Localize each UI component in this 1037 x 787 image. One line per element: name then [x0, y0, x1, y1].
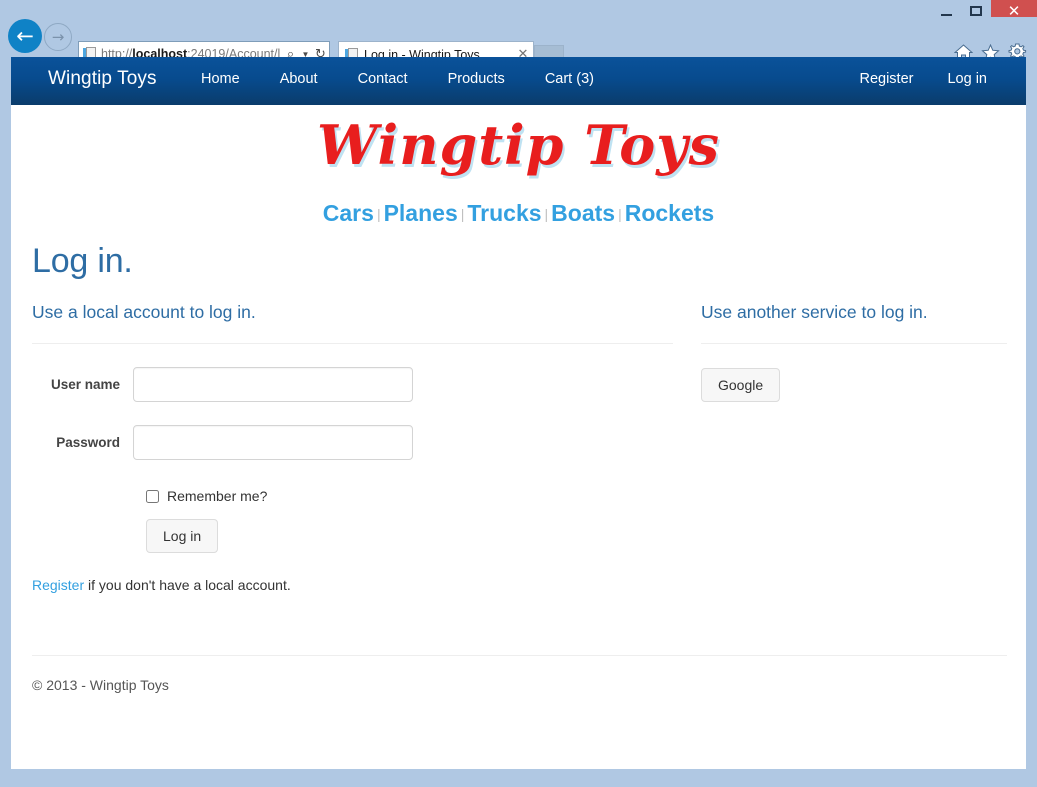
- category-link-rockets[interactable]: Rockets: [625, 200, 714, 226]
- remember-me-checkbox[interactable]: [146, 489, 159, 503]
- local-login-divider: [32, 343, 673, 344]
- site-logo[interactable]: Wingtip Toys: [11, 113, 1026, 177]
- category-link-trucks[interactable]: Trucks: [467, 200, 541, 226]
- nav-item-register[interactable]: Register: [842, 71, 930, 87]
- register-prompt-text: if you don't have a local account.: [84, 577, 291, 593]
- nav-item-products[interactable]: Products: [428, 71, 525, 87]
- navbar-account-links: Register Log in: [842, 71, 1004, 87]
- navbar-links: Home About Contact Products Cart (3): [181, 71, 614, 87]
- browser-toolbar: ← → http://localhost:24019/Account/l ⌕ ▼…: [0, 17, 1037, 67]
- username-label: User name: [50, 377, 120, 392]
- category-links: Cars | Planes | Trucks | Boats | Rockets: [11, 200, 1026, 227]
- remember-me-row: Remember me?: [32, 488, 673, 504]
- external-login-heading: Use another service to log in.: [701, 302, 928, 322]
- nav-item-home[interactable]: Home: [181, 71, 260, 87]
- browser-window: ✕ ← → http://localhost:24019/Account/l ⌕…: [0, 0, 1037, 787]
- page-viewport: Wingtip Toys Home About Contact Products…: [11, 57, 1026, 769]
- nav-item-cart[interactable]: Cart (3): [525, 71, 614, 87]
- password-row: Password: [32, 425, 673, 460]
- remember-me-label[interactable]: Remember me?: [167, 488, 267, 504]
- copyright-text: © 2013 - Wingtip Toys: [32, 677, 169, 693]
- forward-arrow-icon: →: [51, 27, 65, 46]
- site-navbar: Wingtip Toys Home About Contact Products…: [11, 57, 1026, 105]
- minimize-icon: [940, 13, 952, 16]
- external-login-section: Use another service to log in. Google: [701, 302, 1007, 402]
- external-provider-row: Google: [701, 368, 1007, 402]
- register-prompt: Register if you don't have a local accou…: [32, 577, 673, 593]
- back-button[interactable]: ←: [8, 19, 42, 53]
- register-link[interactable]: Register: [32, 577, 84, 593]
- category-link-planes[interactable]: Planes: [384, 200, 458, 226]
- password-label: Password: [56, 435, 120, 450]
- back-arrow-icon: ←: [16, 23, 34, 48]
- category-link-cars[interactable]: Cars: [323, 200, 374, 226]
- login-submit-button[interactable]: Log in: [146, 519, 219, 553]
- page-footer: © 2013 - Wingtip Toys: [32, 655, 1007, 693]
- login-button-row: Log in: [32, 519, 673, 553]
- category-link-boats[interactable]: Boats: [551, 200, 615, 226]
- category-separator: |: [460, 206, 465, 222]
- category-separator: |: [376, 206, 381, 222]
- main-content: Log in. Use a local account to log in. U…: [32, 242, 1007, 593]
- category-separator: |: [544, 206, 549, 222]
- username-row: User name: [32, 367, 673, 402]
- footer-divider: [32, 655, 1007, 656]
- nav-item-about[interactable]: About: [260, 71, 338, 87]
- navbar-brand[interactable]: Wingtip Toys: [48, 68, 157, 90]
- title-bar: ✕: [0, 0, 1037, 22]
- maximize-icon: [970, 6, 982, 16]
- page-title: Log in.: [32, 242, 133, 280]
- username-input[interactable]: [133, 367, 413, 402]
- forward-button[interactable]: →: [44, 23, 72, 51]
- nav-item-login[interactable]: Log in: [930, 71, 1004, 87]
- local-login-section: Use a local account to log in. User name…: [32, 302, 673, 593]
- category-separator: |: [618, 206, 622, 222]
- external-login-divider: [701, 343, 1007, 344]
- local-login-heading: Use a local account to log in.: [32, 302, 256, 322]
- password-input[interactable]: [133, 425, 413, 460]
- google-login-button[interactable]: Google: [701, 368, 781, 402]
- nav-item-contact[interactable]: Contact: [338, 71, 428, 87]
